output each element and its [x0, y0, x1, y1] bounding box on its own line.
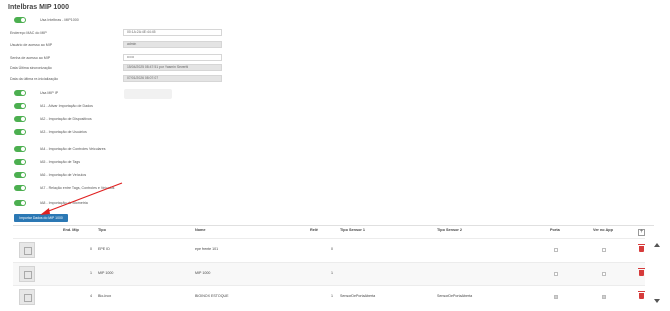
col-header-sensor1[interactable]: Tipo Sensor 1 [340, 228, 365, 232]
delete-icon[interactable] [638, 268, 645, 276]
ver-app-checkbox[interactable] [602, 248, 606, 252]
password-field[interactable]: •••••• [123, 54, 222, 61]
toggle-label: IA7 - Relação entre Tags, Controles e Ve… [40, 186, 115, 190]
cell-end-mip: 4 [90, 294, 92, 298]
cell-tipo: MIP 1000 [98, 271, 114, 275]
devices-grid: End. Mip Tipo Nome Relê Tipo Sensor 1 Ti… [13, 225, 660, 309]
image-placeholder-icon[interactable] [19, 266, 35, 282]
user-label: Usuário de acesso ao MIP [10, 43, 53, 47]
porta-checkbox[interactable] [554, 295, 558, 299]
image-placeholder-icon[interactable] [19, 289, 35, 305]
toggle-label: IA4 - Importação de Controles Veiculares [40, 147, 106, 151]
col-header-ver-app[interactable]: Ver no App [593, 228, 613, 232]
porta-checkbox[interactable] [554, 248, 558, 252]
col-header-sensor2[interactable]: Tipo Sensor 2 [437, 228, 462, 232]
cell-rele: 1 [331, 271, 333, 275]
mac-field[interactable]: 00:1A:2A:4E:44:45 [123, 29, 222, 36]
delete-icon[interactable] [638, 291, 645, 299]
col-header-porta[interactable]: Porta [550, 228, 560, 232]
cell-end-mip: 1 [90, 271, 92, 275]
toggle-use-mip-label: Usa Intelbras - MIP1000 [40, 18, 79, 22]
add-row-button[interactable]: + [638, 229, 645, 236]
porta-checkbox[interactable] [554, 272, 558, 276]
toggle-ia4[interactable] [14, 146, 26, 152]
toggle-ia5[interactable] [14, 159, 26, 165]
cell-end-mip: 0 [90, 247, 92, 251]
mac-label: Endereço MAC do MIP [10, 31, 47, 35]
col-header-end-mip[interactable]: End. Mip [63, 228, 79, 232]
toggle-label: Usa MIP IP [40, 91, 59, 95]
toggle-ia6[interactable] [14, 172, 26, 178]
toggle-ia1[interactable] [14, 103, 26, 109]
cell-rele: 1 [331, 294, 333, 298]
image-placeholder-icon[interactable] [19, 242, 35, 258]
toggle-ia3[interactable] [14, 129, 26, 135]
password-label: Senha de acesso ao MIP [10, 56, 51, 60]
redacted-area [124, 89, 172, 99]
col-header-tipo[interactable]: Tipo [98, 228, 106, 232]
table-row[interactable]: 1 MIP 1000 MIP 1000 1 [13, 262, 645, 286]
toggle-label: IA8 - Importação de Biometria [40, 201, 88, 205]
scroll-down-arrow-icon[interactable] [654, 299, 660, 303]
toggle-usa-mip-ip[interactable] [14, 90, 26, 96]
scroll-up-arrow-icon[interactable] [654, 243, 660, 247]
toggle-use-mip[interactable] [14, 17, 26, 23]
table-row[interactable]: 4 Bio-Inox BIOINOX ESTOQUE 1 SensorDePor… [13, 285, 645, 309]
cell-tipo: Bio-Inox [98, 294, 112, 298]
table-row[interactable]: 0 EPE ID epe frente 101 0 [13, 238, 645, 262]
cell-tipo: EPE ID [98, 247, 110, 251]
import-data-button[interactable]: Importar Dados do MIP 1000 [14, 214, 68, 222]
toggle-label: IA3 - Importação de Usuários [40, 130, 87, 134]
col-header-rele[interactable]: Relê [310, 228, 318, 232]
cell-sensor1: SensorDePortaAberta [340, 294, 376, 298]
toggle-label: IA5 - Importação de Tags [40, 160, 81, 164]
last-restart-field: 07/01/2026 08:07:07 [123, 75, 222, 82]
col-header-nome[interactable]: Nome [195, 228, 206, 232]
toggle-ia2[interactable] [14, 116, 26, 122]
ver-app-checkbox[interactable] [602, 272, 606, 276]
last-sync-label: Data Última sincronização [10, 66, 52, 70]
last-sync-field: 15/04/2025 08:47:51 por Yasmin Severiti [123, 64, 222, 71]
toggle-ia8[interactable] [14, 200, 26, 206]
toggle-label: IA6 - Importação de Veículos [40, 173, 87, 177]
cell-nome: epe frente 101 [195, 247, 219, 251]
cell-nome: MIP 1000 [195, 271, 211, 275]
user-field[interactable]: admin [123, 41, 222, 48]
cell-nome: BIOINOX ESTOQUE [195, 294, 229, 298]
page-title: Intelbras MIP 1000 [8, 4, 69, 11]
cell-rele: 0 [331, 247, 333, 251]
last-restart-label: Data da última re-inicialização [10, 77, 58, 81]
toggle-ia7[interactable] [14, 185, 26, 191]
toggle-label: IA2 - Importação de Dispositivos [40, 117, 92, 121]
delete-icon[interactable] [638, 244, 645, 252]
toggle-label: IA1 - Ativar Importação de Dados [40, 104, 93, 108]
ver-app-checkbox[interactable] [602, 295, 606, 299]
cell-sensor2: SensorDePortaAberta [437, 294, 473, 298]
